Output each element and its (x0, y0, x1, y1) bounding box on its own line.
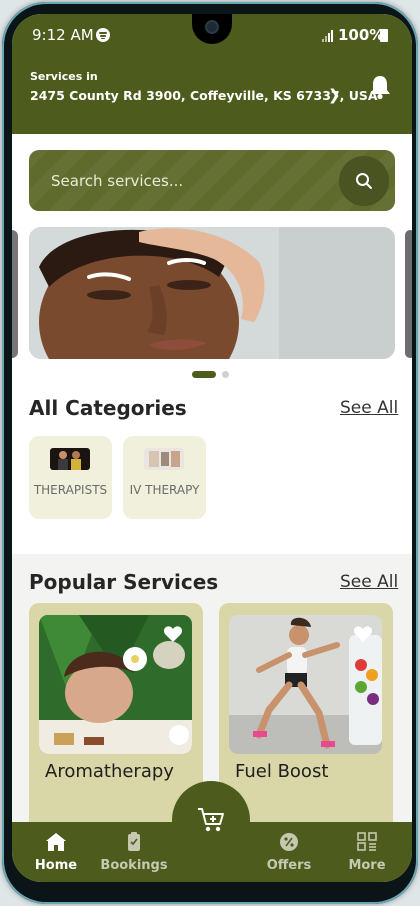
services-in-label: Services in (30, 70, 98, 83)
search-input[interactable] (51, 168, 321, 194)
banner-next-peek (405, 230, 412, 358)
favorite-heart-icon[interactable] (353, 625, 373, 643)
service-card-fuel-boost[interactable]: Fuel Boost (219, 603, 393, 833)
nav-more[interactable]: More (332, 832, 402, 873)
category-label: THERAPISTS (33, 483, 108, 497)
clipboard-icon (128, 832, 140, 851)
status-bar: 9:12 AM 100% (12, 14, 412, 54)
search-bar (29, 150, 395, 211)
cart-button[interactable] (172, 781, 250, 859)
nav-label: Home (34, 858, 78, 873)
cart-plus-icon (198, 808, 224, 832)
service-title: Fuel Boost (235, 761, 329, 782)
favorite-heart-icon[interactable] (163, 625, 183, 643)
iv-therapy-thumbnail (144, 448, 184, 470)
carousel-indicator (192, 371, 229, 378)
nav-label: More (348, 858, 386, 873)
percent-badge-icon (280, 833, 298, 851)
popular-title: Popular Services (29, 570, 219, 594)
banner-image (29, 227, 395, 359)
camera-icon (205, 20, 219, 34)
nav-home[interactable]: Home (21, 832, 91, 873)
header: 9:12 AM 100% Services in 2475 County Rd … (12, 14, 412, 134)
search-icon (356, 173, 372, 189)
carousel-dot[interactable] (222, 371, 229, 378)
category-therapists[interactable]: THERAPISTS (29, 436, 112, 519)
phone-frame: 9:12 AM 100% Services in 2475 County Rd … (2, 2, 418, 904)
app-screen: 9:12 AM 100% Services in 2475 County Rd … (12, 14, 412, 882)
battery-percent: 100% (338, 26, 385, 44)
bell-icon[interactable] (368, 74, 392, 100)
categories-see-all-link[interactable]: See All (340, 398, 398, 418)
promo-banner[interactable] (29, 227, 395, 359)
carousel-dot-active[interactable] (192, 371, 216, 378)
categories-title: All Categories (29, 396, 187, 420)
service-title: Aromatherapy (45, 761, 174, 782)
banner-prev-peek (12, 230, 18, 358)
chevron-right-icon[interactable]: ❯ (328, 86, 341, 104)
search-button[interactable] (339, 156, 389, 206)
category-iv-therapy[interactable]: IV THERAPY (123, 436, 206, 519)
popular-see-all-link[interactable]: See All (340, 572, 398, 592)
spotify-icon (96, 28, 110, 42)
battery-icon (380, 29, 388, 42)
address-selector[interactable]: 2475 County Rd 3900, Coffeyville, KS 673… (30, 88, 378, 103)
category-label: IV THERAPY (129, 483, 200, 497)
therapists-thumbnail (50, 448, 90, 470)
grid-icon (357, 832, 377, 851)
signal-icon (322, 28, 336, 42)
status-time: 9:12 AM (32, 26, 94, 44)
nav-label: Offers (266, 858, 312, 873)
nav-offers[interactable]: Offers (254, 832, 324, 873)
home-icon (46, 833, 66, 851)
nav-label: Bookings (100, 858, 168, 873)
nav-bookings[interactable]: Bookings (99, 832, 169, 873)
